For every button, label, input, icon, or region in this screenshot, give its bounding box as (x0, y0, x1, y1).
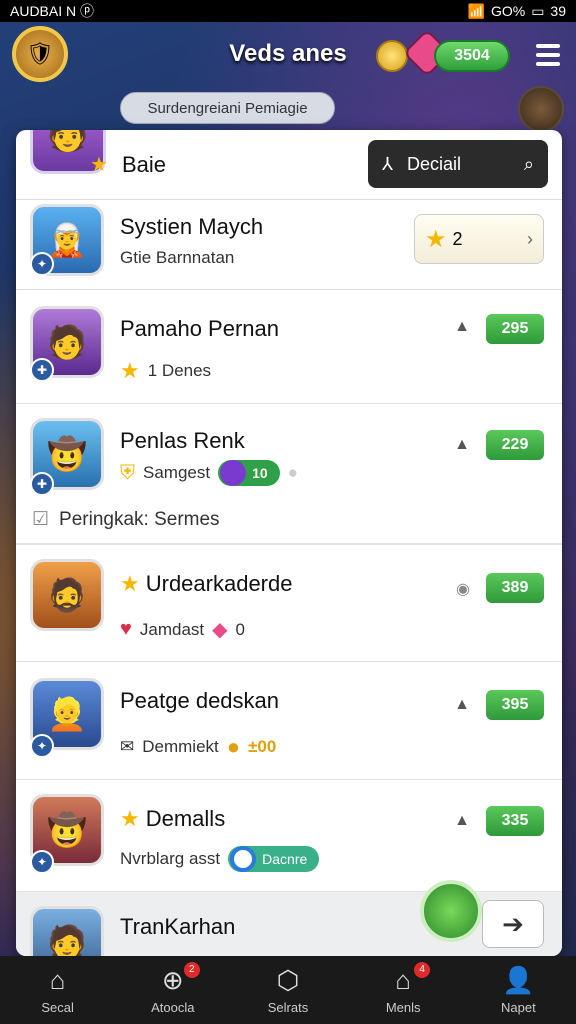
list-sub: Gtie Barnnatan (120, 248, 235, 267)
battery-icon: ▭ (531, 2, 545, 19)
side-avatar[interactable] (518, 86, 564, 132)
star-icon: ★ (120, 358, 140, 383)
score-badge: 335 (486, 806, 544, 836)
panel-header: 🧑 ★ Baie ⅄ Deciail ⌕ (16, 130, 562, 200)
star-icon: ★ (120, 571, 140, 596)
rank-up-icon: ▲ (454, 318, 470, 335)
section-label: ☑ Peringkak: Sermes (32, 508, 220, 531)
list-name: Systien Maych (120, 214, 264, 239)
list-item[interactable]: 👱 ✦ Peatge dedskan ✉ Demmiekt ● ±00 ▲ 39… (16, 662, 562, 780)
list-item[interactable]: 🧔 ★ Urdearkaderde ♥ Jamdast ◆ 0 ◉ 389 (16, 544, 562, 662)
coin-icon (376, 40, 408, 72)
badge-icon: ✦ (30, 850, 54, 874)
thumb-icon: ● (287, 463, 298, 482)
list-sub: Demmiekt (142, 737, 219, 756)
home-icon: ⌂ (49, 965, 66, 995)
rank-button[interactable]: ★ 2 › (414, 214, 544, 264)
nav-item-secal[interactable]: ⌂ Secal (13, 965, 103, 1015)
score-badge: 229 (486, 430, 544, 460)
list-avatar: 🧔 (30, 559, 104, 631)
list-name: Urdearkaderde (145, 571, 293, 596)
nav-item-napet[interactable]: 👤 Napet (473, 965, 563, 1015)
score-badge: 395 (486, 690, 544, 720)
box-icon: ⬡ (276, 965, 300, 995)
battery-text: GO% (490, 3, 526, 19)
chevron-right-icon: › (527, 228, 533, 249)
list-item[interactable]: 🧝 ✦ Systien Maych Gtie Barnnatan ★ 2 › (16, 200, 562, 290)
status-left-text: AUDBAI N ⓟ (10, 3, 95, 19)
go-button[interactable]: ➔ (482, 900, 544, 948)
status-pill: Dacnre (228, 846, 320, 872)
detail-button[interactable]: ⅄ Deciail ⌕ (368, 140, 548, 188)
pill-value: 10 (252, 465, 268, 481)
list-name: Demalls (145, 806, 226, 831)
nav-item-menls[interactable]: ⌂ 4 Menls (358, 961, 448, 1015)
list-item[interactable]: 🧑 ✚ Pamaho Pernan ★ 1 Denes ▲ 295 (16, 290, 562, 404)
badge-icon: ✚ (30, 472, 54, 496)
nav-label: Atoocla (151, 999, 195, 1015)
notification-badge: 2 (183, 961, 200, 978)
list-sub: Samgest (143, 463, 211, 482)
list-name: Penlas Renk (120, 428, 245, 453)
detail-label: Deciail (407, 153, 462, 174)
points-pill: 10 (218, 460, 280, 486)
top-bar: 🛡 Veds anes 3504 (0, 22, 576, 92)
search-icon[interactable]: ⌕ (524, 154, 534, 175)
menu-icon[interactable] (536, 44, 560, 66)
nav-item-selrats[interactable]: ⬡ Selrats (243, 965, 333, 1015)
bottom-nav: ⌂ Secal ⊕ 2 Atoocla ⬡ Selrats ⌂ 4 Menls … (0, 956, 576, 1024)
nav-label: Selrats (267, 999, 309, 1015)
wifi-icon: 📶 (467, 2, 485, 19)
heart-icon: ♥ (120, 618, 132, 640)
list-sub2: ±00 (248, 737, 277, 756)
list-name: TranKarhan (120, 914, 236, 939)
gem-icon: ◆ (212, 619, 228, 641)
mascot-avatar[interactable] (420, 880, 482, 942)
status-bar: AUDBAI N ⓟ 📶 GO% ▭ 39 (0, 0, 576, 22)
checkbox-icon[interactable]: ☑ (32, 508, 49, 531)
list-avatar: 🧑 (30, 906, 104, 956)
badge-icon: ✦ (30, 252, 54, 276)
person-icon: 👤 (502, 965, 535, 995)
list-name: Peatge dedskan (120, 688, 280, 713)
rank-up-icon: ▲ (454, 812, 470, 829)
coin-icon: ● (226, 734, 241, 759)
currency-pill[interactable]: 3504 (434, 40, 510, 72)
score-badge: 295 (486, 314, 544, 344)
leaderboard-panel: 🧑 ★ Baie ⅄ Deciail ⌕ 🧝 ✦ Systien Maych G… (16, 130, 562, 956)
rank-value: 2 (452, 228, 463, 249)
nav-label: Napet (500, 999, 536, 1015)
star-icon: ★ (90, 154, 108, 176)
panel-title: Baie (122, 152, 167, 177)
list-sub: 1 Denes (147, 361, 212, 380)
eye-icon: ◉ (456, 581, 470, 598)
banner-pill[interactable]: Surdengreiani Pemiagie (120, 92, 335, 124)
arrow-right-icon: ➔ (502, 908, 524, 939)
rank-up-icon: ▲ (454, 436, 470, 453)
notification-badge: 4 (414, 961, 431, 978)
branch-icon: ⅄ (382, 153, 393, 174)
list-sub2: 0 (235, 619, 245, 639)
badge-icon: ✚ (30, 358, 54, 382)
shield-icon: ⛨ (120, 461, 135, 484)
list-name: Pamaho Pernan (120, 316, 279, 341)
list-item[interactable]: 🧑 TranKarhan ➔ (16, 880, 562, 956)
rank-up-icon: ▲ (454, 696, 470, 713)
score-badge: 389 (486, 573, 544, 603)
section-text: Peringkak: Sermes (59, 508, 220, 530)
list-sub: Jamdast (139, 619, 205, 639)
nav-label: Secal (41, 999, 74, 1015)
list-item[interactable]: 🤠 ✦ ★ Demalls Nvrblarg asst Dacnre ▲ 335 (16, 780, 562, 892)
clock-text: 39 (550, 3, 566, 19)
pill-value: Dacnre (262, 851, 308, 867)
badge-icon: ✦ (30, 734, 54, 758)
star-icon: ★ (425, 225, 447, 253)
list-sub: Nvrblarg asst (120, 849, 221, 868)
calendar-icon: ✉ (120, 737, 135, 756)
nav-label: Menls (385, 999, 421, 1015)
nav-item-atoocla[interactable]: ⊕ 2 Atoocla (128, 961, 218, 1015)
star-icon: ★ (120, 806, 140, 831)
